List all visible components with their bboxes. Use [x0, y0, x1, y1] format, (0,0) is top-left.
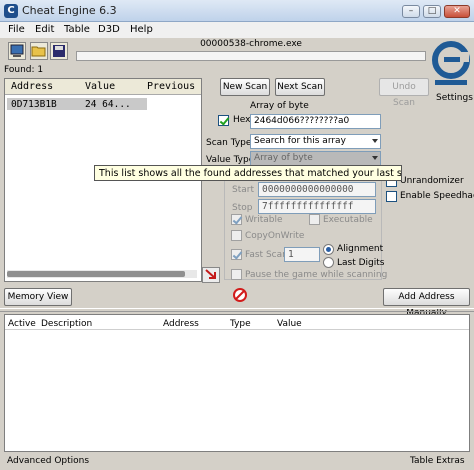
- found-count: Found: 1: [4, 65, 44, 75]
- copy-on-write-checkbox[interactable]: [231, 230, 242, 241]
- menu-table[interactable]: Table: [64, 24, 90, 35]
- scrollbar-thumb[interactable]: [7, 271, 185, 277]
- select-process-button[interactable]: [8, 42, 26, 60]
- cheat-engine-logo[interactable]: [432, 38, 470, 90]
- table-extras-link[interactable]: Table Extras: [410, 456, 465, 466]
- window-title: Cheat Engine 6.3: [22, 4, 117, 17]
- unrandomizer-label: Unrandomizer: [400, 176, 464, 186]
- menu-bar: File Edit Table D3D Help: [0, 22, 474, 38]
- fast-scan-label: Fast Scan: [245, 250, 288, 260]
- writable-label: Writable: [245, 215, 283, 225]
- save-file-button[interactable]: [50, 42, 68, 60]
- last-digits-label: Last Digits: [337, 258, 385, 268]
- cheat-engine-icon: C: [4, 4, 18, 18]
- computer-icon: [10, 44, 24, 57]
- result-address: 0D713B1B: [11, 99, 57, 110]
- clear-list-icon[interactable]: [233, 288, 247, 302]
- results-horizontal-scrollbar[interactable]: [7, 270, 197, 278]
- column-type[interactable]: Type: [230, 319, 251, 329]
- last-digits-radio[interactable]: [323, 257, 334, 268]
- alignment-radio[interactable]: [323, 244, 334, 255]
- menu-help[interactable]: Help: [130, 24, 153, 35]
- pause-game-checkbox[interactable]: [231, 269, 242, 280]
- executable-checkbox[interactable]: [309, 214, 320, 225]
- stop-label: Stop: [232, 203, 253, 213]
- cheat-table-list[interactable]: Active Description Address Type Value: [4, 314, 470, 452]
- hex-checkbox[interactable]: [218, 115, 229, 126]
- result-row[interactable]: 0D713B1B 24 64...: [7, 98, 147, 110]
- menu-d3d[interactable]: D3D: [98, 24, 120, 35]
- column-active[interactable]: Active: [8, 319, 36, 329]
- start-address-input[interactable]: 0000000000000000: [258, 182, 376, 197]
- maximize-button[interactable]: □: [423, 5, 441, 18]
- cheat-table-header: Active Description Address Type Value: [5, 315, 469, 330]
- floppy-disk-icon: [53, 45, 65, 57]
- result-value: 24 64...: [85, 99, 131, 110]
- stop-address-input[interactable]: 7fffffffffffffff: [258, 199, 376, 214]
- start-label: Start: [232, 185, 254, 195]
- folder-open-icon: [31, 46, 46, 57]
- copy-on-write-label: CopyOnWrite: [245, 231, 305, 241]
- settings-link[interactable]: Settings: [436, 93, 473, 103]
- chevron-down-icon: [372, 156, 378, 160]
- speedhack-label: Enable Speedhack: [400, 191, 474, 201]
- process-name: 00000538-chrome.exe: [200, 39, 302, 49]
- fast-scan-input[interactable]: 1: [284, 247, 320, 262]
- column-value[interactable]: Value: [277, 319, 302, 329]
- executable-label: Executable: [323, 215, 373, 225]
- pause-game-label: Pause the game while scanning: [245, 270, 388, 280]
- value-type-value: Array of byte: [254, 153, 313, 163]
- scan-type-label: Scan Type: [206, 138, 252, 148]
- undo-scan-button[interactable]: Undo Scan: [379, 78, 429, 108]
- add-address-manually-button[interactable]: Add Address Manually: [383, 288, 470, 318]
- value-heading: Array of byte: [250, 101, 309, 111]
- red-arrow-icon: [205, 269, 216, 279]
- results-tooltip: This list shows all the found addresses …: [94, 165, 402, 181]
- new-scan-button[interactable]: New Scan: [220, 78, 270, 96]
- results-header: Address Value Previous: [5, 79, 201, 95]
- hex-label: Hex: [233, 115, 251, 125]
- column-previous[interactable]: Previous: [147, 81, 195, 92]
- scan-value-input[interactable]: 2464d066????????a0: [250, 114, 381, 129]
- writable-checkbox[interactable]: [231, 214, 242, 225]
- column-address[interactable]: Address: [163, 319, 199, 329]
- alignment-label: Alignment: [337, 244, 384, 254]
- column-address[interactable]: Address: [11, 81, 53, 92]
- minimize-button[interactable]: –: [402, 5, 420, 18]
- close-button[interactable]: ✕: [444, 5, 470, 18]
- scan-type-value: Search for this array: [254, 136, 346, 146]
- menu-edit[interactable]: Edit: [35, 24, 54, 35]
- add-to-list-button[interactable]: [202, 267, 220, 283]
- advanced-options-link[interactable]: Advanced Options: [7, 456, 89, 466]
- scan-progress-bar: [76, 51, 426, 61]
- open-file-button[interactable]: [30, 42, 48, 60]
- menu-file[interactable]: File: [8, 24, 25, 35]
- scan-type-select[interactable]: Search for this array: [250, 134, 381, 149]
- value-type-label: Value Type: [206, 155, 255, 165]
- title-bar: C Cheat Engine 6.3 – □ ✕: [0, 0, 474, 22]
- speedhack-checkbox[interactable]: [386, 191, 397, 202]
- memory-view-button[interactable]: Memory View: [4, 288, 72, 306]
- splitter[interactable]: [0, 308, 474, 312]
- column-value[interactable]: Value: [85, 81, 115, 92]
- column-description[interactable]: Description: [41, 319, 92, 329]
- next-scan-button[interactable]: Next Scan: [275, 78, 325, 96]
- fast-scan-checkbox[interactable]: [231, 249, 242, 260]
- value-type-select[interactable]: Array of byte: [250, 151, 381, 166]
- chevron-down-icon: [372, 139, 378, 143]
